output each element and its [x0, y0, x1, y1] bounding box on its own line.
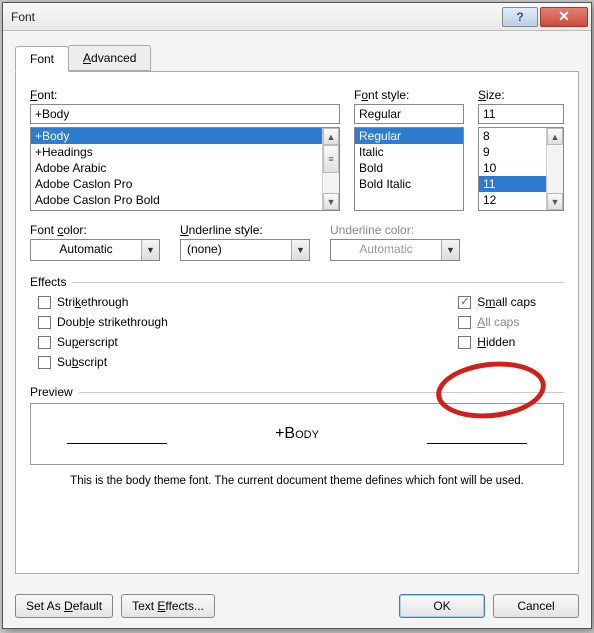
font-label: Font:	[30, 88, 340, 102]
preview-description: This is the body theme font. The current…	[30, 475, 564, 487]
checkbox-icon	[38, 356, 51, 369]
ok-button[interactable]: OK	[399, 594, 485, 618]
hidden-checkbox[interactable]: Hidden	[458, 335, 536, 349]
list-item[interactable]: Adobe Arabic	[31, 160, 322, 176]
underline-color-combo: Automatic ▼	[330, 239, 460, 261]
font-panel: Font: +Body +Headings Adobe Arabic Adobe…	[15, 71, 579, 574]
scroll-up-icon[interactable]: ▲	[323, 128, 339, 145]
effects-group-label: Effects	[30, 275, 564, 289]
checkbox-icon	[38, 316, 51, 329]
double-strikethrough-checkbox[interactable]: Double strikethrough	[38, 315, 168, 329]
tabstrip: Font Advanced	[15, 45, 579, 71]
underline-color-label: Underline color:	[330, 223, 460, 237]
list-item[interactable]: 12	[479, 192, 546, 208]
size-input[interactable]	[478, 104, 564, 124]
preview-group-label: Preview	[30, 385, 564, 399]
list-item[interactable]: Regular	[355, 128, 463, 144]
window-title: Font	[11, 10, 501, 24]
scroll-thumb[interactable]: ≡	[323, 145, 339, 173]
dialog-body: Font Advanced Font: +Body +Headings Adob…	[3, 31, 591, 584]
list-item[interactable]: Italic	[355, 144, 463, 160]
style-listbox[interactable]: Regular Italic Bold Bold Italic	[354, 127, 464, 211]
combo-value: Automatic	[331, 240, 441, 260]
titlebar: Font ? ✕	[3, 3, 591, 31]
list-item[interactable]: Adobe Caslon Pro Bold	[31, 192, 322, 208]
combo-value: Automatic	[31, 240, 141, 260]
size-label: Size:	[478, 88, 564, 102]
list-item[interactable]: Bold Italic	[355, 176, 463, 192]
checkbox-icon	[458, 336, 471, 349]
list-item[interactable]: +Headings	[31, 144, 322, 160]
font-listbox[interactable]: +Body +Headings Adobe Arabic Adobe Caslo…	[30, 127, 340, 211]
scroll-down-icon[interactable]: ▼	[323, 193, 339, 210]
strikethrough-checkbox[interactable]: Strikethrough	[38, 295, 168, 309]
checkbox-icon: ✓	[458, 296, 471, 309]
font-color-combo[interactable]: Automatic ▼	[30, 239, 160, 261]
font-dialog: Font ? ✕ Font Advanced Font: +Body +Head…	[2, 2, 592, 629]
superscript-checkbox[interactable]: Superscript	[38, 335, 168, 349]
help-button[interactable]: ?	[502, 7, 538, 27]
small-caps-checkbox[interactable]: ✓ Small caps	[458, 295, 536, 309]
checkbox-icon	[38, 336, 51, 349]
chevron-down-icon[interactable]: ▼	[291, 240, 309, 260]
dialog-footer: Set As Default Text Effects... OK Cancel	[3, 584, 591, 628]
list-item[interactable]: 8	[479, 128, 546, 144]
tab-font[interactable]: Font	[15, 46, 69, 72]
underline-style-label: Underline style:	[180, 223, 310, 237]
cancel-button[interactable]: Cancel	[493, 594, 579, 618]
font-color-label: Font color:	[30, 223, 160, 237]
checkbox-icon	[38, 296, 51, 309]
scrollbar[interactable]: ▲ ≡ ▼	[322, 128, 339, 210]
subscript-checkbox[interactable]: Subscript	[38, 355, 168, 369]
font-input[interactable]	[30, 104, 340, 124]
all-caps-checkbox[interactable]: All caps	[458, 315, 536, 329]
text-effects-button[interactable]: Text Effects...	[121, 594, 215, 618]
size-listbox[interactable]: 8 9 10 11 12 ▲ ▼	[478, 127, 564, 211]
chevron-down-icon[interactable]: ▼	[141, 240, 159, 260]
font-style-label: Font style:	[354, 88, 464, 102]
list-item[interactable]: Adobe Caslon Pro	[31, 176, 322, 192]
list-item[interactable]: 11	[479, 176, 546, 192]
checkbox-icon	[458, 316, 471, 329]
list-item[interactable]: 9	[479, 144, 546, 160]
close-button[interactable]: ✕	[540, 7, 588, 27]
scroll-up-icon[interactable]: ▲	[547, 128, 563, 145]
set-default-button[interactable]: Set As Default	[15, 594, 113, 618]
combo-value: (none)	[181, 240, 291, 260]
tab-advanced[interactable]: Advanced	[68, 45, 151, 71]
underline-style-combo[interactable]: (none) ▼	[180, 239, 310, 261]
scrollbar[interactable]: ▲ ▼	[546, 128, 563, 210]
preview-text: +Body	[275, 425, 319, 443]
font-style-input[interactable]	[354, 104, 464, 124]
chevron-down-icon: ▼	[441, 240, 459, 260]
preview-box: +Body	[30, 403, 564, 465]
list-item[interactable]: Bold	[355, 160, 463, 176]
list-item[interactable]: 10	[479, 160, 546, 176]
list-item[interactable]: +Body	[31, 128, 322, 144]
scroll-down-icon[interactable]: ▼	[547, 193, 563, 210]
